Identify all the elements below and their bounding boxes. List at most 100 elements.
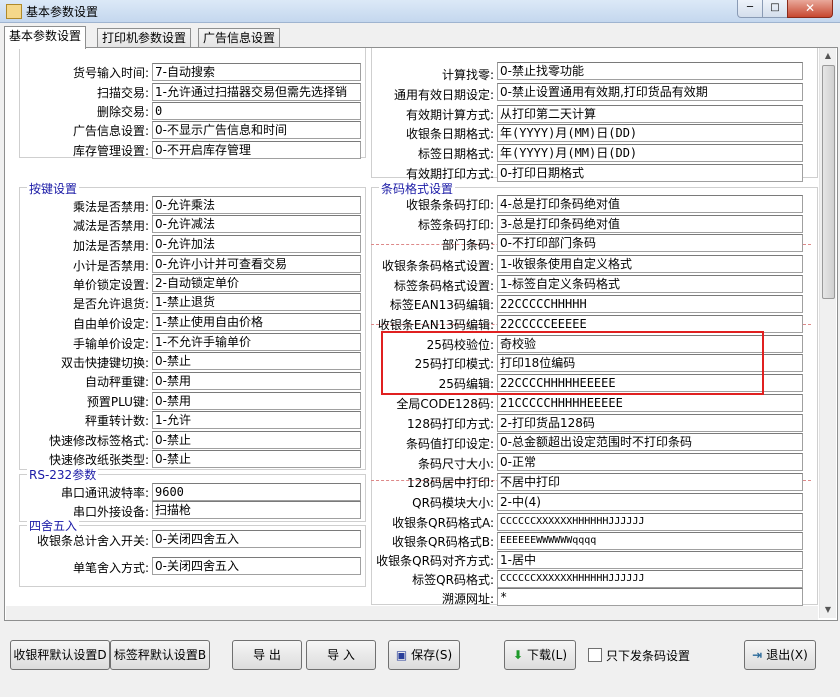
baud-rate-field[interactable]: 9600 [152, 483, 361, 501]
settings-scroll-area: 货号输入时间: 7-自动搜索 扫描交易: 1-允许通过扫描器交易但需先选择销 删… [9, 48, 819, 606]
label: 条码值打印设定: [405, 437, 494, 451]
double-click-switch-field[interactable]: 0-禁止 [152, 352, 361, 370]
subtotal-field[interactable]: 0-允许小计并可查看交易 [152, 255, 361, 273]
tab-printer-params[interactable]: 打印机参数设置 [97, 28, 192, 48]
scroll-up-icon[interactable]: ▲ [820, 48, 836, 64]
horizontal-scrollbar[interactable] [6, 606, 818, 620]
save-button[interactable]: ▣ 保存(S) [388, 640, 460, 670]
label: 减法是否禁用: [72, 219, 149, 233]
delete-trade-field[interactable]: 0 [152, 102, 361, 120]
label-default-button[interactable]: 标签秤默认设置B [110, 640, 210, 670]
row-add: 加法是否禁用: [9, 235, 149, 254]
global-code128-field[interactable]: 21CCCCCHHHHHEEEEE [497, 394, 803, 412]
label-ean13-field[interactable]: 22CCCCCHHHHH [497, 295, 803, 313]
row-baud-rate: 串口通讯波特率: [9, 482, 149, 501]
auto-weigh-field[interactable]: 0-禁用 [152, 372, 361, 390]
multiply-field[interactable]: 0-允许乘法 [152, 196, 361, 214]
label-qr-format-field[interactable]: CCCCCCXXXXXXHHHHHHJJJJJJ [497, 570, 803, 588]
row-preset-plu: 预置PLU键: [9, 391, 149, 410]
tab-basic-params[interactable]: 基本参数设置 [4, 26, 87, 49]
receipt-barcode-format-field[interactable]: 1-收银条使用自定义格式 [497, 255, 803, 273]
128-print-mode-field[interactable]: 2-打印货品128码 [497, 414, 803, 432]
label: 快速修改标签格式: [48, 434, 149, 448]
exit-button[interactable]: ⇥ 退出(X) [744, 640, 816, 670]
scroll-down-icon[interactable]: ▼ [820, 602, 836, 618]
stock-mgmt-field[interactable]: 0-不开启库存管理 [152, 141, 361, 159]
exit-label: 退出(X) [766, 648, 808, 662]
receipt-qr-align-field[interactable]: 1-居中 [497, 551, 803, 569]
label: 自由单价设定: [72, 317, 149, 331]
download-arrow-icon: ⬇ [512, 648, 523, 662]
receipt-qr-b-field[interactable]: EEEEEEWWWWWWqqqq [497, 532, 803, 550]
row-trace-url: 溯源网址: [371, 588, 494, 606]
label: 收银条总计舍入开关: [36, 534, 149, 548]
export-button[interactable]: 导 出 [232, 640, 302, 670]
receipt-date-format-field[interactable]: 年(YYYY)月(MM)日(DD) [497, 124, 803, 142]
row-stock-mgmt: 库存管理设置: [9, 140, 149, 159]
qr-module-size-field[interactable]: 2-中(4) [497, 493, 803, 511]
tab-ad-info[interactable]: 广告信息设置 [198, 28, 281, 48]
label: 128码打印方式: [407, 417, 494, 431]
scrollbar-thumb[interactable] [822, 65, 835, 299]
dept-barcode-field[interactable]: 0-不打印部门条码 [497, 234, 803, 252]
label: 删除交易: [96, 105, 149, 119]
row-dept-barcode: 部门条码: [371, 234, 494, 253]
cashier-default-button[interactable]: 收银秤默认设置D [10, 640, 110, 670]
128-center-print-field[interactable]: 不居中打印 [497, 473, 803, 491]
row-weigh-to-count: 秤重转计数: [9, 410, 149, 429]
only-barcode-checkbox[interactable] [588, 648, 602, 662]
label-barcode-print-field[interactable]: 3-总是打印条码绝对值 [497, 215, 803, 233]
ad-info-field[interactable]: 0-不显示广告信息和时间 [152, 121, 361, 139]
trace-url-field[interactable]: * [497, 588, 803, 606]
row-qr-module-size: QR码模块大小: [371, 492, 494, 511]
row-expiry-calc: 有效期计算方式: [371, 104, 494, 123]
expiry-calc-field[interactable]: 从打印第二天计算 [497, 105, 803, 123]
label: 溯源网址: [441, 592, 494, 606]
barcode-value-print-field[interactable]: 0-总金额超出设定范围时不打印条码 [497, 433, 803, 451]
label-barcode-format-field[interactable]: 1-标签自定义条码格式 [497, 275, 803, 293]
maximize-button[interactable]: □ [762, 0, 788, 18]
barcode-size-field[interactable]: 0-正常 [497, 453, 803, 471]
row-subtotal: 小计是否禁用: [9, 255, 149, 274]
receipt-barcode-print-field[interactable]: 4-总是打印条码绝对值 [497, 195, 803, 213]
minimize-button[interactable]: ─ [737, 0, 763, 18]
import-button[interactable]: 导 入 [306, 640, 376, 670]
label: QR码模块大小: [412, 496, 494, 510]
single-rounding-field[interactable]: 0-关闭四舍五入 [152, 557, 361, 575]
quick-label-format-field[interactable]: 0-禁止 [152, 431, 361, 449]
label: 串口通讯波特率: [60, 486, 149, 500]
download-button[interactable]: ⬇ 下载(L) [504, 640, 576, 670]
label-date-format-field[interactable]: 年(YYYY)月(MM)日(DD) [497, 144, 803, 162]
row-receipt-barcode-format: 收银条条码格式设置: [371, 255, 494, 274]
allow-return-field[interactable]: 1-禁止退货 [152, 293, 361, 311]
sku-input-time-field[interactable]: 7-自动搜索 [152, 63, 361, 81]
preset-plu-field[interactable]: 0-禁用 [152, 392, 361, 410]
subtract-field[interactable]: 0-允许减法 [152, 215, 361, 233]
expiry-print-field[interactable]: 0-打印日期格式 [497, 164, 803, 182]
label: 标签条码格式设置: [393, 279, 494, 293]
label: 收银条日期格式: [405, 127, 494, 141]
scan-trade-field[interactable]: 1-允许通过扫描器交易但需先选择销 [152, 83, 361, 101]
general-expiry-field[interactable]: 0-禁止设置通用有效期,打印货品有效期 [497, 83, 803, 101]
vertical-scrollbar[interactable]: ▲ ▼ [819, 48, 836, 618]
label: 广告信息设置: [72, 124, 149, 138]
price-lock-field[interactable]: 2-自动锁定单价 [152, 274, 361, 292]
total-rounding-field[interactable]: 0-关闭四舍五入 [152, 530, 361, 548]
manual-price-field[interactable]: 1-不允许手输单价 [152, 333, 361, 351]
quick-paper-type-field[interactable]: 0-禁止 [152, 450, 361, 468]
row-global-code128: 全局CODE128码: [371, 393, 494, 412]
row-scan-trade: 扫描交易: [9, 82, 149, 101]
external-device-field[interactable]: 扫描枪 [152, 501, 361, 519]
row-barcode-size: 条码尺寸大小: [371, 453, 494, 472]
label: 标签QR码格式: [412, 573, 494, 587]
add-field[interactable]: 0-允许加法 [152, 235, 361, 253]
row-ad-info: 广告信息设置: [9, 120, 149, 139]
receipt-qr-a-field[interactable]: CCCCCCXXXXXXHHHHHHJJJJJJ [497, 513, 803, 531]
label: 单价锁定设置: [72, 278, 149, 292]
change-calc-field[interactable]: 0-禁止找零功能 [497, 62, 803, 80]
row-manual-price: 手输单价设定: [9, 333, 149, 352]
weigh-to-count-field[interactable]: 1-允许 [152, 411, 361, 429]
label: 收银条条码打印: [405, 198, 494, 212]
close-button[interactable]: ✕ [787, 0, 833, 18]
free-price-field[interactable]: 1-禁止使用自由价格 [152, 313, 361, 331]
